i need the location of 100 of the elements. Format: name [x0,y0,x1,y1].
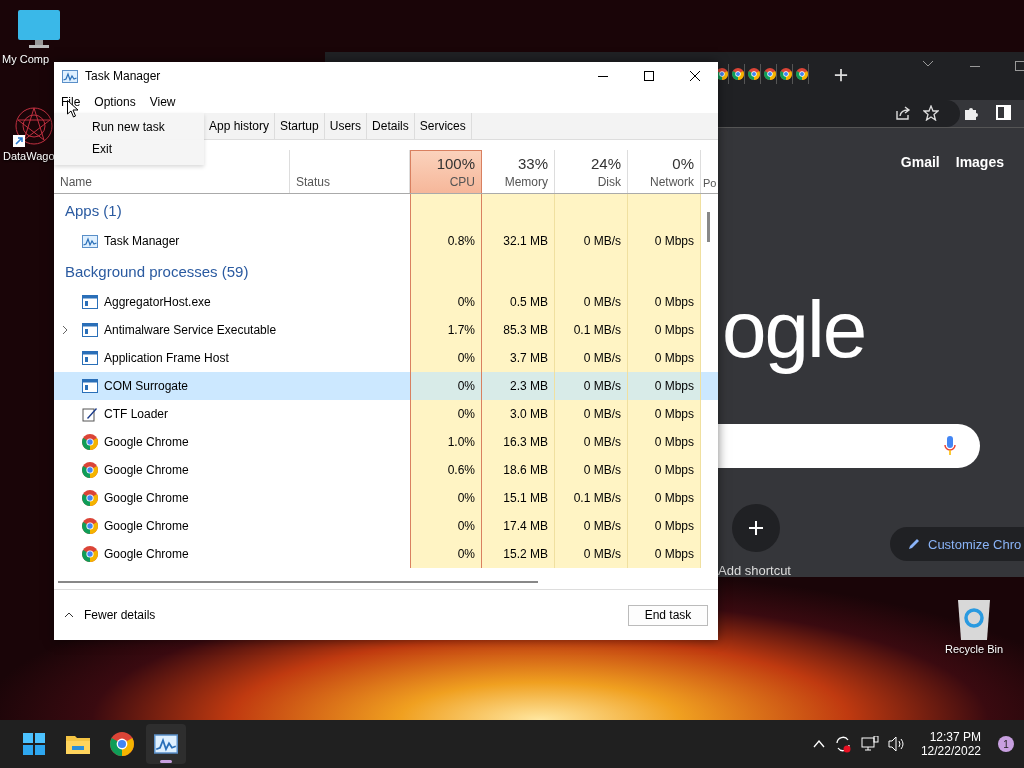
table-cell: 0 Mbps [628,227,701,255]
star-icon[interactable] [923,105,939,121]
browser-tab[interactable] [779,64,793,84]
clock-time[interactable]: 12:37 PM [929,730,981,744]
table-cell: 1.0% [410,428,482,456]
desktop-icon-label[interactable]: Recycle Bin [945,643,1004,655]
microphone-icon[interactable] [944,436,956,456]
customize-button[interactable]: Customize Chro [890,527,1024,561]
table-cell: 0 MB/s [555,400,628,428]
share-icon[interactable] [895,105,911,121]
scrollbar-thumb[interactable] [707,212,710,242]
process-row[interactable]: Google Chrome 0% 17.4 MB 0 MB/s 0 Mbps [54,512,718,540]
network-icon[interactable] [860,736,879,752]
fewer-details-button[interactable]: Fewer details [64,608,156,622]
process-name: Google Chrome [104,519,189,533]
notification-badge[interactable]: 1 [998,736,1014,752]
table-cell: 0 MB/s [555,372,628,400]
process-row[interactable]: Google Chrome 0.6% 18.6 MB 0 MB/s 0 Mbps [54,456,718,484]
chrome-icon [795,68,808,80]
process-row[interactable]: Task Manager 0.8% 32.1 MB 0 MB/s 0 Mbps [54,227,718,255]
tab[interactable]: Details [367,113,415,139]
desktop-icon-label[interactable]: DataWago [3,150,55,162]
table-cell: 32.1 MB [482,227,555,255]
process-name: Google Chrome [104,435,189,449]
process-row[interactable]: Google Chrome 1.0% 16.3 MB 0 MB/s 0 Mbps [54,428,718,456]
column-header[interactable]: 100% CPU [410,150,482,193]
maximize-icon[interactable] [1015,61,1024,71]
window-icon [82,351,98,365]
table-cell: 0 Mbps [628,372,701,400]
process-row[interactable]: Application Frame Host 0% 3.7 MB 0 MB/s 0 Mbps [54,344,718,372]
table-cell: 0.8% [410,227,482,255]
process-name: Application Frame Host [104,351,229,365]
sync-icon[interactable] [833,735,852,753]
chrome-icon [779,68,792,80]
chrome-icon [731,68,744,80]
speaker-icon[interactable] [887,736,906,752]
table-cell [410,194,482,227]
table-cell: 0 Mbps [628,316,701,344]
end-task-button[interactable]: End task [628,604,708,626]
chrome-icon [82,518,98,534]
process-row[interactable]: Google Chrome 0% 15.2 MB 0 MB/s 0 Mbps [54,540,718,568]
browser-tab[interactable] [731,64,745,84]
desktop-icon-label[interactable]: My Comp [2,53,50,65]
table-cell: 1.7% [410,316,482,344]
column-header[interactable]: 33% Memory [482,150,555,193]
column-header[interactable]: 24% Disk [555,150,628,193]
header-link[interactable]: Gmail [900,154,940,170]
table-cell: 15.1 MB [482,484,555,512]
table-cell: 0% [410,484,482,512]
table-cell: 0 Mbps [628,288,701,316]
table-cell: 0 Mbps [628,428,701,456]
taskbar-button[interactable] [146,724,186,764]
monitor-icon [18,10,60,50]
chevron-up-icon[interactable] [812,740,825,748]
table-cell: 2.3 MB [482,372,555,400]
window-icon [82,323,98,337]
process-row[interactable]: CTF Loader 0% 3.0 MB 0 MB/s 0 Mbps [54,400,718,428]
browser-tab[interactable] [747,64,761,84]
table-cell: 0 MB/s [555,227,628,255]
table-cell: 0 Mbps [628,400,701,428]
table-cell: 0 Mbps [628,484,701,512]
process-row[interactable]: AggregatorHost.exe 0% 0.5 MB 0 MB/s 0 Mbps [54,288,718,316]
chrome-icon [763,68,776,80]
chrome-icon [747,68,760,80]
column-header[interactable]: Po [701,150,718,193]
browser-tab[interactable] [763,64,777,84]
chrome-icon [82,434,98,450]
menu-item[interactable]: View [149,94,176,109]
menu-item[interactable]: Options [94,94,136,109]
add-shortcut-button[interactable] [732,504,780,552]
shortcut-label[interactable]: Add shortcut [718,563,791,577]
header-link[interactable]: Images [955,154,1004,170]
scrollbar-thumb[interactable] [58,581,538,583]
process-row[interactable]: Google Chrome 0% 15.1 MB 0.1 MB/s 0 Mbps [54,484,718,512]
chrome-icon [82,546,98,562]
side-panel-icon[interactable] [996,105,1011,120]
app-icon [62,69,78,83]
search-field[interactable] [718,424,980,468]
tab[interactable]: Services [414,113,472,139]
clock-date[interactable]: 12/22/2022 [920,744,981,758]
process-row[interactable]: Antimalware Service Executable 1.7% 85.3 MB 0.1 MB/s 0 Mbps [54,316,718,344]
puzzle-icon[interactable] [963,105,979,121]
table-cell: 0 Mbps [628,456,701,484]
tab[interactable]: Startup [275,113,325,139]
menu-item[interactable]: Run new task [54,117,204,139]
address-bar[interactable] [718,100,960,127]
close-icon [690,71,700,81]
table-cell: 0 MB/s [555,540,628,568]
process-row[interactable]: COM Surrogate 0% 2.3 MB 0 MB/s 0 Mbps [54,372,718,400]
table-cell: 17.4 MB [482,512,555,540]
browser-tab[interactable] [795,64,809,84]
tab[interactable]: Users [324,113,368,139]
chevron-right-icon[interactable] [62,325,68,335]
minimize-icon[interactable] [970,66,980,68]
chevron-down-icon[interactable] [922,60,934,68]
column-header[interactable]: 0% Network [628,150,701,193]
chrome-icon [82,462,98,478]
table-cell: 0% [410,288,482,316]
table-cell: 16.3 MB [482,428,555,456]
table-cell: 18.6 MB [482,456,555,484]
